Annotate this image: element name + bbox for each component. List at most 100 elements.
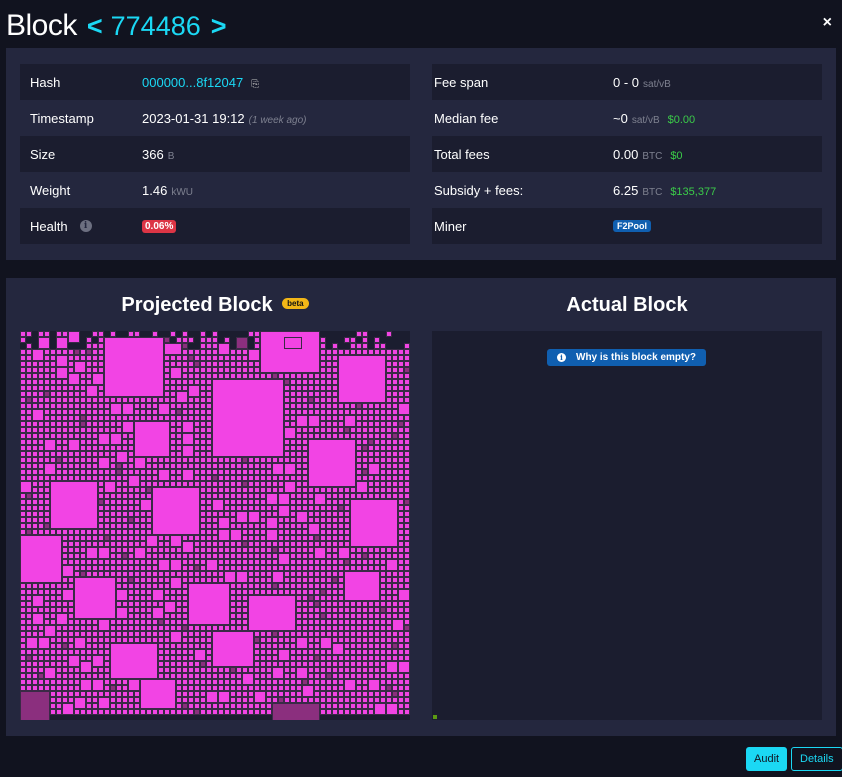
transaction-tile[interactable] xyxy=(116,607,128,619)
transaction-tile[interactable] xyxy=(188,583,230,625)
transaction-tile[interactable] xyxy=(122,421,134,433)
transaction-tile[interactable] xyxy=(308,523,320,535)
transaction-tile[interactable] xyxy=(44,439,56,451)
transaction-tile[interactable] xyxy=(386,703,398,715)
transaction-tile[interactable] xyxy=(116,451,128,463)
transaction-tile[interactable] xyxy=(236,571,248,583)
transaction-tile[interactable] xyxy=(152,487,200,535)
transaction-tile[interactable] xyxy=(134,421,170,457)
transaction-tile[interactable] xyxy=(296,415,308,427)
transaction-tile[interactable] xyxy=(152,589,164,601)
transaction-tile[interactable] xyxy=(98,619,110,631)
transaction-tile[interactable] xyxy=(266,493,278,505)
transaction-tile[interactable] xyxy=(218,343,230,355)
transaction-tile[interactable] xyxy=(56,709,62,715)
transaction-tile[interactable] xyxy=(398,589,410,601)
info-icon[interactable]: i xyxy=(79,220,92,232)
transaction-tile[interactable] xyxy=(314,493,326,505)
transaction-tile[interactable] xyxy=(386,661,398,673)
transaction-tile[interactable] xyxy=(272,703,320,720)
transaction-tile[interactable] xyxy=(266,529,278,541)
transaction-tile[interactable] xyxy=(212,631,254,667)
transaction-tile[interactable] xyxy=(218,577,224,583)
transaction-tile[interactable] xyxy=(182,541,194,553)
why-empty-button[interactable]: i Why is this block empty? xyxy=(547,349,707,366)
transaction-tile[interactable] xyxy=(242,673,254,685)
transaction-tile[interactable] xyxy=(110,643,158,679)
transaction-tile[interactable] xyxy=(146,535,158,547)
transaction-tile[interactable] xyxy=(308,439,356,487)
transaction-tile[interactable] xyxy=(68,331,80,343)
transaction-tile[interactable] xyxy=(152,331,158,337)
transaction-tile[interactable] xyxy=(38,637,50,649)
transaction-tile[interactable] xyxy=(86,385,98,397)
transaction-tile[interactable] xyxy=(98,697,110,709)
transaction-tile[interactable] xyxy=(140,679,176,709)
transaction-tile[interactable] xyxy=(92,373,104,385)
transaction-tile[interactable] xyxy=(248,511,260,523)
transaction-tile[interactable] xyxy=(284,481,296,493)
transaction-tile[interactable] xyxy=(110,433,122,445)
transaction-tile[interactable] xyxy=(272,571,284,583)
transaction-tile[interactable] xyxy=(20,535,62,583)
transaction-tile[interactable] xyxy=(104,481,116,493)
transaction-tile[interactable] xyxy=(248,349,260,361)
transaction-tile[interactable] xyxy=(62,565,74,577)
transaction-tile[interactable] xyxy=(134,457,146,469)
transaction-tile[interactable] xyxy=(374,703,386,715)
transaction-tile[interactable] xyxy=(80,661,92,673)
transaction-tile[interactable] xyxy=(134,331,140,337)
transaction-tile[interactable] xyxy=(170,559,182,571)
transaction-tile[interactable] xyxy=(56,613,68,625)
transaction-tile[interactable] xyxy=(44,463,56,475)
transaction-tile[interactable] xyxy=(188,337,194,343)
transaction-tile[interactable] xyxy=(92,679,104,691)
transaction-tile[interactable] xyxy=(212,379,284,457)
transaction-tile[interactable] xyxy=(272,667,284,679)
transaction-tile[interactable] xyxy=(20,481,32,493)
transaction-tile[interactable] xyxy=(170,631,182,643)
transaction-tile[interactable] xyxy=(158,469,170,481)
transaction-tile[interactable] xyxy=(44,625,56,637)
transaction-tile[interactable] xyxy=(338,355,386,403)
transaction-tile[interactable] xyxy=(158,403,170,415)
transaction-tile[interactable] xyxy=(296,511,308,523)
transaction-tile[interactable] xyxy=(164,601,176,613)
transaction-tile[interactable] xyxy=(164,343,182,355)
transaction-tile[interactable] xyxy=(56,337,68,349)
audit-button[interactable]: Audit xyxy=(746,747,788,771)
transaction-tile[interactable] xyxy=(92,655,104,667)
transaction-tile[interactable] xyxy=(278,505,290,517)
transaction-tile[interactable] xyxy=(56,355,68,367)
transaction-tile[interactable] xyxy=(104,337,164,397)
transaction-tile[interactable] xyxy=(278,493,290,505)
transaction-tile[interactable] xyxy=(392,619,404,631)
transaction-tile[interactable] xyxy=(386,559,398,571)
transaction-tile[interactable] xyxy=(308,415,320,427)
transaction-tile[interactable] xyxy=(242,625,248,631)
transaction-tile[interactable] xyxy=(404,709,410,715)
transaction-tile[interactable] xyxy=(86,547,98,559)
chevron-right-icon[interactable]: > xyxy=(211,11,227,42)
transaction-tile[interactable] xyxy=(80,679,92,691)
transaction-tile[interactable] xyxy=(254,691,266,703)
transaction-tile[interactable] xyxy=(164,337,170,343)
transaction-tile[interactable] xyxy=(284,337,302,349)
transaction-tile[interactable] xyxy=(218,691,230,703)
transaction-tile[interactable] xyxy=(344,679,356,691)
details-button[interactable]: Details xyxy=(791,747,842,771)
transaction-tile[interactable] xyxy=(128,475,140,487)
transaction-tile[interactable] xyxy=(194,649,206,661)
transaction-tile[interactable] xyxy=(116,589,128,601)
transaction-tile[interactable] xyxy=(68,655,80,667)
transaction-tile[interactable] xyxy=(212,499,224,511)
transaction-tile[interactable] xyxy=(32,349,44,361)
actual-block-grid[interactable]: i Why is this block empty? xyxy=(432,331,822,720)
transaction-tile[interactable] xyxy=(68,373,80,385)
transaction-tile[interactable] xyxy=(44,667,56,679)
transaction-tile[interactable] xyxy=(68,439,80,451)
transaction-tile[interactable] xyxy=(26,331,32,337)
transaction-tile[interactable] xyxy=(32,613,44,625)
transaction-tile[interactable] xyxy=(296,637,308,649)
transaction-tile[interactable] xyxy=(350,499,398,547)
